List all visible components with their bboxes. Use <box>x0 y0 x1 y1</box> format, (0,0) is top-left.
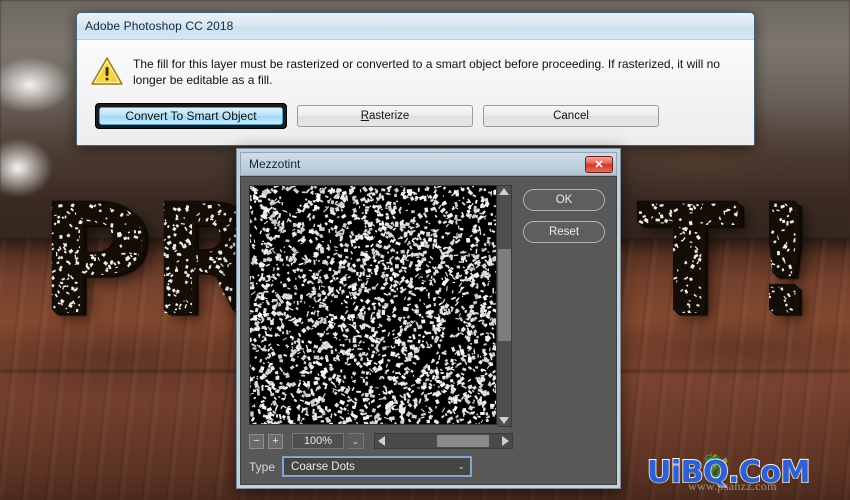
background-letter: T <box>636 172 739 346</box>
mezzotint-preview[interactable] <box>249 185 497 425</box>
mezzotint-type-row: Type Coarse Dots ⌄ <box>249 456 608 477</box>
rasterize-label: Rasterize <box>360 110 410 122</box>
reset-button[interactable]: Reset <box>523 221 605 243</box>
preview-vertical-scrollbar[interactable] <box>497 185 512 427</box>
watermark-subtext: www.psahzz.com <box>688 479 777 493</box>
type-select-value: Coarse Dots <box>291 460 355 473</box>
mezzotint-body: − + 100% ⌄ OK Reset Type Coarse Dots ⌄ <box>240 176 617 485</box>
screenshot-root: PPRRTT!! Adobe Photoshop CC 2018 The fil… <box>0 0 850 500</box>
chevron-down-icon[interactable]: ⌄ <box>348 433 364 449</box>
mezzotint-dialog: Mezzotint ✕ − + 100% ⌄ OK Reset Type Coa… <box>236 148 621 489</box>
convert-to-smart-object-button[interactable]: Convert To Smart Object <box>95 103 287 129</box>
vertical-scroll-thumb[interactable] <box>497 249 511 341</box>
alert-message-row: The fill for this layer must be rasteriz… <box>77 40 754 95</box>
alert-title-bar: Adobe Photoshop CC 2018 <box>77 13 754 40</box>
scroll-up-arrow-icon[interactable] <box>499 188 509 195</box>
mezzotint-preview-wrap <box>249 185 513 427</box>
type-select[interactable]: Coarse Dots ⌄ <box>282 456 473 477</box>
scroll-right-arrow-icon[interactable] <box>502 436 509 446</box>
close-icon[interactable]: ✕ <box>585 155 613 173</box>
type-label: Type <box>249 459 276 474</box>
ok-button[interactable]: OK <box>523 189 605 211</box>
preview-horizontal-scrollbar[interactable] <box>374 433 513 449</box>
convert-to-smart-object-label: Convert To Smart Object <box>99 107 283 125</box>
alert-button-row: Convert To Smart Object Rasterize Cancel <box>77 95 754 145</box>
mezzotint-main-row: − + 100% ⌄ OK Reset <box>249 185 608 449</box>
mezzotint-preview-block: − + 100% ⌄ <box>249 185 513 449</box>
cancel-button[interactable]: Cancel <box>483 105 659 127</box>
zoom-out-button[interactable]: − <box>249 433 264 449</box>
mezzotint-action-buttons: OK Reset <box>523 185 605 449</box>
chevron-down-icon: ⌄ <box>457 461 466 471</box>
alert-title-text: Adobe Photoshop CC 2018 <box>85 19 234 33</box>
scroll-left-arrow-icon[interactable] <box>378 436 385 446</box>
alert-body: The fill for this layer must be rasteriz… <box>77 40 754 145</box>
horizontal-scroll-thumb[interactable] <box>437 435 489 447</box>
zoom-level-value[interactable]: 100% <box>292 433 344 449</box>
scroll-down-arrow-icon[interactable] <box>499 417 509 424</box>
rasterize-button[interactable]: Rasterize <box>297 105 473 127</box>
background-letter: P <box>38 172 148 346</box>
background-letter: ! <box>748 172 817 346</box>
alert-message-text: The fill for this layer must be rasteriz… <box>133 57 720 87</box>
zoom-in-button[interactable]: + <box>268 433 283 449</box>
warning-triangle-icon <box>91 54 129 91</box>
mezzotint-title-bar: Mezzotint ✕ <box>240 152 617 176</box>
mezzotint-title-text: Mezzotint <box>249 157 301 171</box>
preview-zoom-row: − + 100% ⌄ <box>249 433 513 449</box>
photoshop-alert-dialog: Adobe Photoshop CC 2018 The fill for thi… <box>76 12 755 146</box>
cancel-label: Cancel <box>553 110 589 122</box>
